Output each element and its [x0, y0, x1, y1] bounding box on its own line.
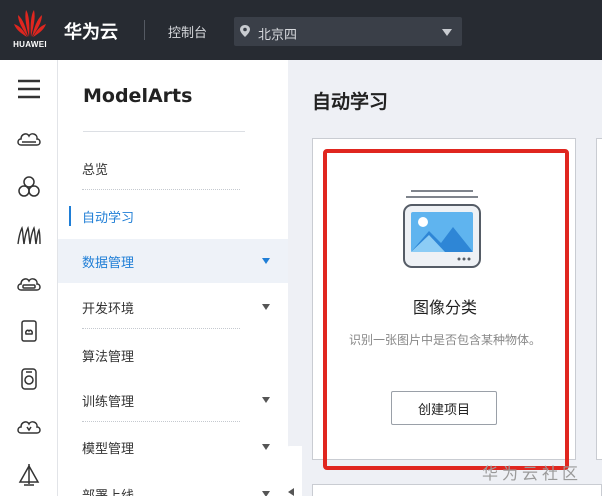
service-icon-rail — [0, 60, 58, 496]
region-select[interactable]: 北京四 — [234, 17, 462, 46]
sidebar-item-data-management[interactable]: 数据管理 — [58, 239, 288, 283]
page-title: 自动学习 — [312, 91, 389, 113]
sidebar-item-label: 训练管理 — [82, 395, 135, 410]
grass-icon[interactable] — [14, 220, 44, 250]
watermark: 华为云社区 — [482, 464, 583, 483]
sidebar-title-divider — [83, 131, 245, 132]
location-pin-icon — [240, 25, 250, 37]
modelarts-sidebar: ModelArts 总览 自动学习 数据管理 开发环境 算法管理 训练管理 模型… — [58, 60, 288, 496]
menu-icon[interactable] — [14, 74, 44, 104]
chevron-down-icon — [442, 29, 452, 36]
huawei-logo[interactable]: HUAWEI — [10, 8, 50, 52]
top-bar: HUAWEI 华为云 控制台 北京四 — [0, 0, 602, 60]
sidebar-item-training-management[interactable]: 训练管理 — [58, 378, 288, 422]
sidebar-divider — [82, 421, 240, 422]
caret-down-icon — [262, 304, 270, 310]
cluster-icon[interactable] — [14, 172, 44, 202]
sidebar-divider — [82, 189, 240, 190]
next-card-edge[interactable] — [596, 138, 602, 460]
region-selected-value: 北京四 — [258, 28, 298, 43]
sidebar-item-algorithm-management[interactable]: 算法管理 — [58, 333, 288, 377]
lower-card-edge[interactable] — [312, 484, 602, 496]
main-content: 自动学习 图像分类 识别一张图片中是否包含某种物体。 创建项目 — [288, 60, 602, 496]
phone-icon[interactable] — [14, 364, 44, 394]
sail-icon[interactable] — [14, 460, 44, 490]
sidebar-item-label: 部署上线 — [82, 485, 134, 496]
sidebar-item-auto-learning[interactable]: 自动学习 — [58, 194, 288, 238]
sidebar-item-deployment[interactable]: 部署上线 — [58, 472, 288, 496]
logo-wordmark: HUAWEI — [13, 40, 47, 49]
sidebar-item-label: 模型管理 — [82, 442, 135, 457]
topbar-divider — [144, 20, 145, 40]
sidebar-item-label: 总览 — [82, 163, 109, 178]
highlight-annotation-box — [323, 149, 569, 470]
device-icon[interactable] — [14, 316, 44, 346]
disk-cloud-icon[interactable] — [14, 270, 44, 300]
sidebar-item-label: 数据管理 — [82, 256, 135, 271]
sidebar-divider — [82, 328, 240, 329]
sidebar-collapse-toggle[interactable] — [280, 446, 302, 496]
huawei-logo-icon — [14, 10, 46, 37]
sidebar-title: ModelArts — [83, 85, 193, 107]
caret-down-icon — [262, 491, 270, 496]
caret-down-icon — [262, 444, 270, 450]
sidebar-item-label: 自动学习 — [82, 211, 135, 226]
caret-down-icon — [262, 397, 270, 403]
sidebar-item-label: 开发环境 — [82, 302, 135, 317]
console-link[interactable]: 控制台 — [168, 22, 207, 41]
sidebar-item-label: 算法管理 — [82, 350, 135, 365]
sidebar-item-model-management[interactable]: 模型管理 — [58, 425, 288, 469]
brand-name[interactable]: 华为云 — [64, 18, 118, 44]
sidebar-item-dev-environment[interactable]: 开发环境 — [58, 285, 288, 329]
caret-down-icon — [262, 258, 270, 264]
chevron-left-icon — [288, 488, 294, 496]
cloud-icon[interactable] — [14, 124, 44, 154]
sidebar-item-overview[interactable]: 总览 — [58, 146, 288, 190]
cloud-down-icon[interactable] — [14, 412, 44, 442]
